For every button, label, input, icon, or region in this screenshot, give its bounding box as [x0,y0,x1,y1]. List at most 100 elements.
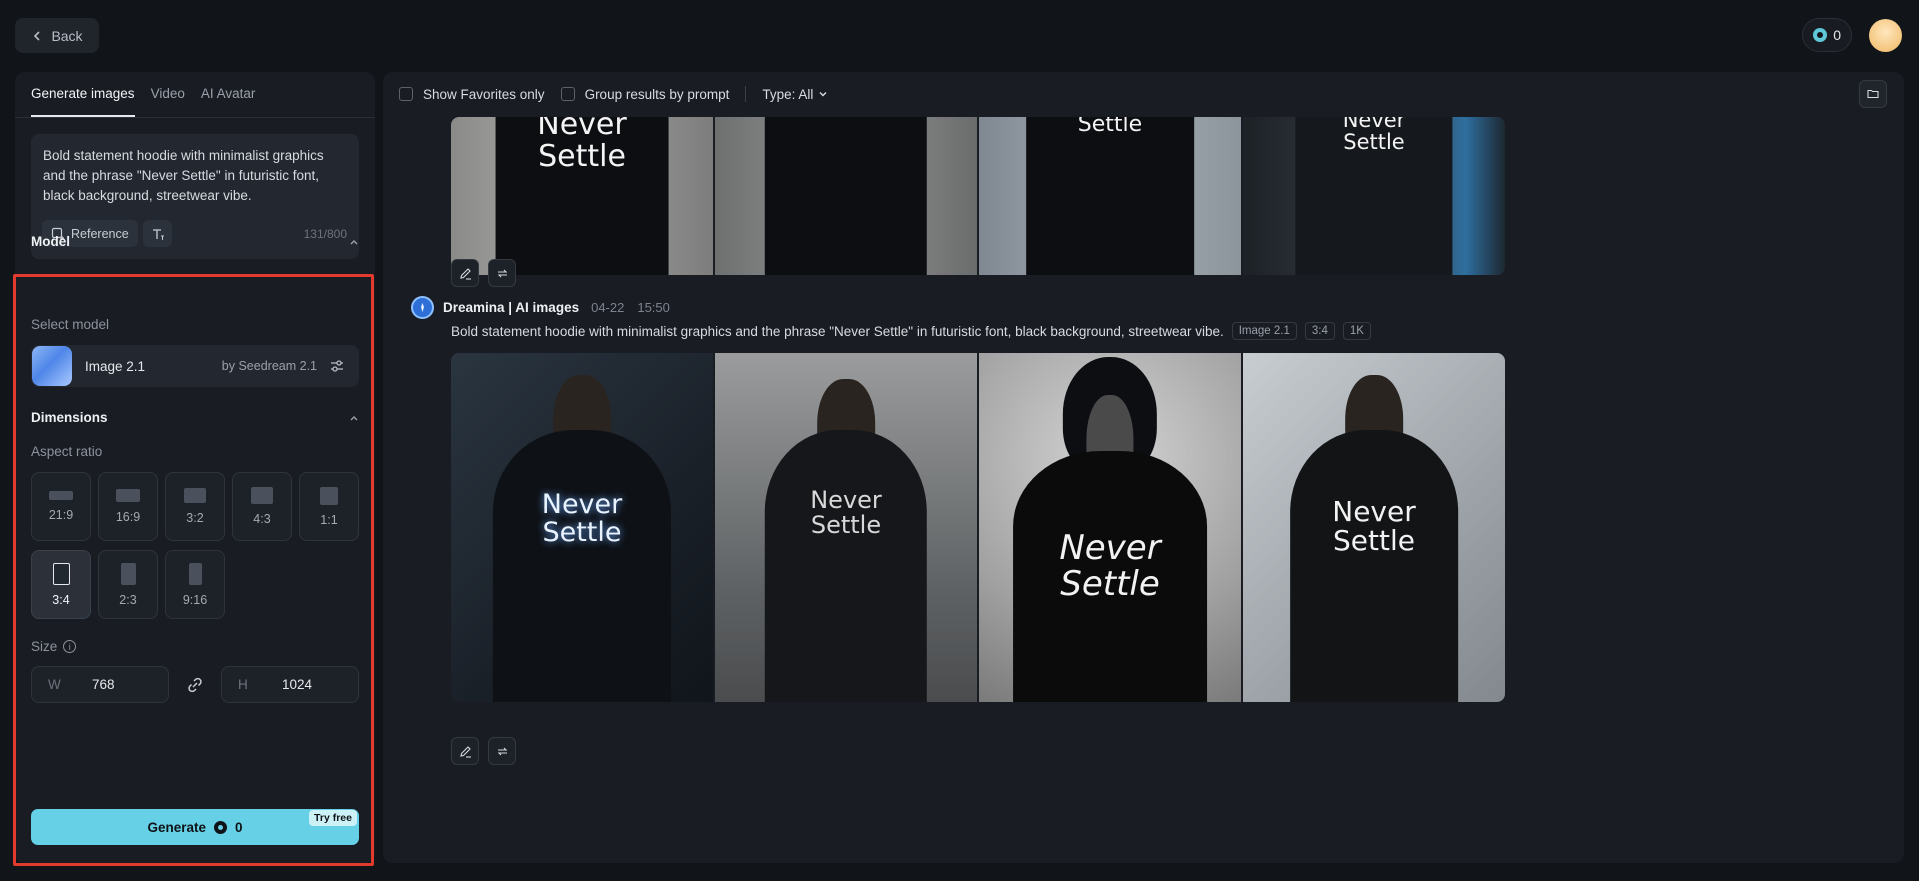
try-free-badge: Try free [309,810,357,826]
ratio-shape [52,562,70,585]
ratio-9-16[interactable]: 9:16 [165,550,225,619]
favorites-filter[interactable]: Show Favorites only [399,87,545,102]
credits-count: 0 [1833,27,1841,43]
result-image[interactable]: Never Settle [451,117,713,275]
back-label: Back [51,27,83,44]
ratio-label: 2:3 [119,592,137,607]
width-value[interactable]: 768 [92,677,115,692]
tag-resolution: 1K [1342,322,1371,340]
dimensions-section-title: Dimensions [31,410,108,425]
ratio-label: 21:9 [48,508,74,522]
coin-icon [1813,28,1828,42]
ratio-label: 16:9 [115,510,141,524]
generation-header: Dreamina | AI images 04-22 15:50 [411,296,670,319]
generation-prompt[interactable]: Bold statement hoodie with minimalist gr… [451,324,1224,339]
group-filter[interactable]: Group results by prompt [560,86,730,102]
ratio-2-3[interactable]: 2:3 [98,550,158,619]
model-thumbnail [32,346,72,386]
result-image[interactable] [715,117,977,275]
chevron-up-icon [350,415,358,420]
result-image[interactable]: Never Settle [1243,353,1505,702]
favorites-label: Show Favorites only [423,86,545,102]
model-section-header[interactable]: Model [31,234,359,249]
ratio-shape [116,489,140,502]
height-value[interactable]: 1024 [282,677,312,692]
chevron-left-icon [34,30,41,41]
height-input[interactable]: H 1024 [221,666,359,703]
ratio-21-9[interactable]: 21:9 [31,472,91,541]
width-input[interactable]: W 768 [31,666,169,703]
edit-button[interactable] [451,737,479,765]
info-icon[interactable]: i [63,640,77,653]
ratio-label: 9:16 [182,592,208,607]
tab-video[interactable]: Video [151,86,185,117]
ratio-4-3[interactable]: 4:3 [232,472,292,541]
ratio-1-1[interactable]: 1:1 [299,472,359,541]
coin-icon [214,820,227,834]
chevron-up-icon [350,239,358,244]
tag-ratio: 3:4 [1304,322,1335,340]
group-checkbox[interactable] [560,87,575,101]
generation-date: 04-22 [591,300,625,315]
results-panel: Show Favorites only Group results by pro… [383,72,1904,863]
shirt-graphic-text: Settle [1077,117,1143,137]
shirt-graphic-text: Never Settle [541,489,623,549]
model-provider: by Seedream 2.1 [221,359,317,373]
link-icon[interactable] [185,675,205,695]
type-dropdown[interactable]: Type: All [762,87,828,102]
ratio-3-4[interactable]: 3:4 [31,550,91,619]
ratio-shape [120,562,136,585]
tab-ai-avatar[interactable]: AI Avatar [201,86,256,117]
generation-panel: Generate images Video AI Avatar Bold sta… [15,72,375,863]
generate-cost: 0 [235,819,243,835]
result-image[interactable]: Never Settle [979,353,1241,702]
generate-button[interactable]: Generate 0 Try free [31,809,359,845]
regenerate-button[interactable] [488,259,516,287]
regenerate-button[interactable] [488,737,516,765]
repeat-icon [497,269,507,277]
shirt-graphic-text: Never Settle [537,117,627,174]
model-selector[interactable]: Image 2.1 by Seedream 2.1 [31,345,359,387]
ratio-label: 1:1 [320,512,338,527]
generation-time: 15:50 [637,300,670,315]
select-model-label: Select model [31,317,110,332]
edit-button[interactable] [451,259,479,287]
sliders-icon[interactable] [329,358,345,374]
generation-prompt-row: Bold statement hoodie with minimalist gr… [451,322,1371,340]
ratio-label: 3:2 [186,511,204,525]
model-name: Image 2.1 [85,358,146,374]
tag-model: Image 2.1 [1231,322,1297,340]
credits-pill[interactable]: 0 [1802,18,1852,52]
size-label: Size [31,639,58,654]
favorites-checkbox[interactable] [399,87,413,101]
result-image[interactable]: Never Settle [715,353,977,702]
image-batch-current: Never Settle Never Settle Never Settle Neve… [451,353,1505,702]
result-image[interactable]: Settle [979,117,1241,275]
ratio-shape [184,488,206,503]
ratio-label: 3:4 [52,592,70,607]
group-label: Group results by prompt [584,86,730,102]
repeat-icon [497,747,507,755]
ratio-3-2[interactable]: 3:2 [165,472,225,541]
folder-button[interactable] [1859,80,1887,108]
image-batch-previous: Never Settle Settle Never Settle [451,117,1505,275]
aspect-ratio-label: Aspect ratio [31,444,103,459]
back-button[interactable]: Back [15,18,99,53]
ratio-shape [188,562,202,585]
chevron-down-icon [819,92,827,97]
tab-generate-images[interactable]: Generate images [31,86,135,117]
batch-actions-current [451,737,516,765]
result-image[interactable]: Never Settle [1243,117,1505,275]
result-image[interactable]: Never Settle [451,353,713,702]
dimensions-section-header[interactable]: Dimensions [31,410,359,425]
filter-bar: Show Favorites only Group results by pro… [399,86,828,102]
shirt-graphic-text: Never Settle [1059,528,1161,604]
size-label-row: Size i [31,639,77,654]
dreamina-logo-icon [411,296,434,319]
prompt-text[interactable]: Bold statement hoodie with minimalist gr… [43,146,347,206]
avatar[interactable] [1869,19,1902,52]
ratio-shape [251,487,273,504]
generation-source: Dreamina | AI images [443,300,580,315]
pencil-icon [459,745,471,758]
ratio-16-9[interactable]: 16:9 [98,472,158,541]
